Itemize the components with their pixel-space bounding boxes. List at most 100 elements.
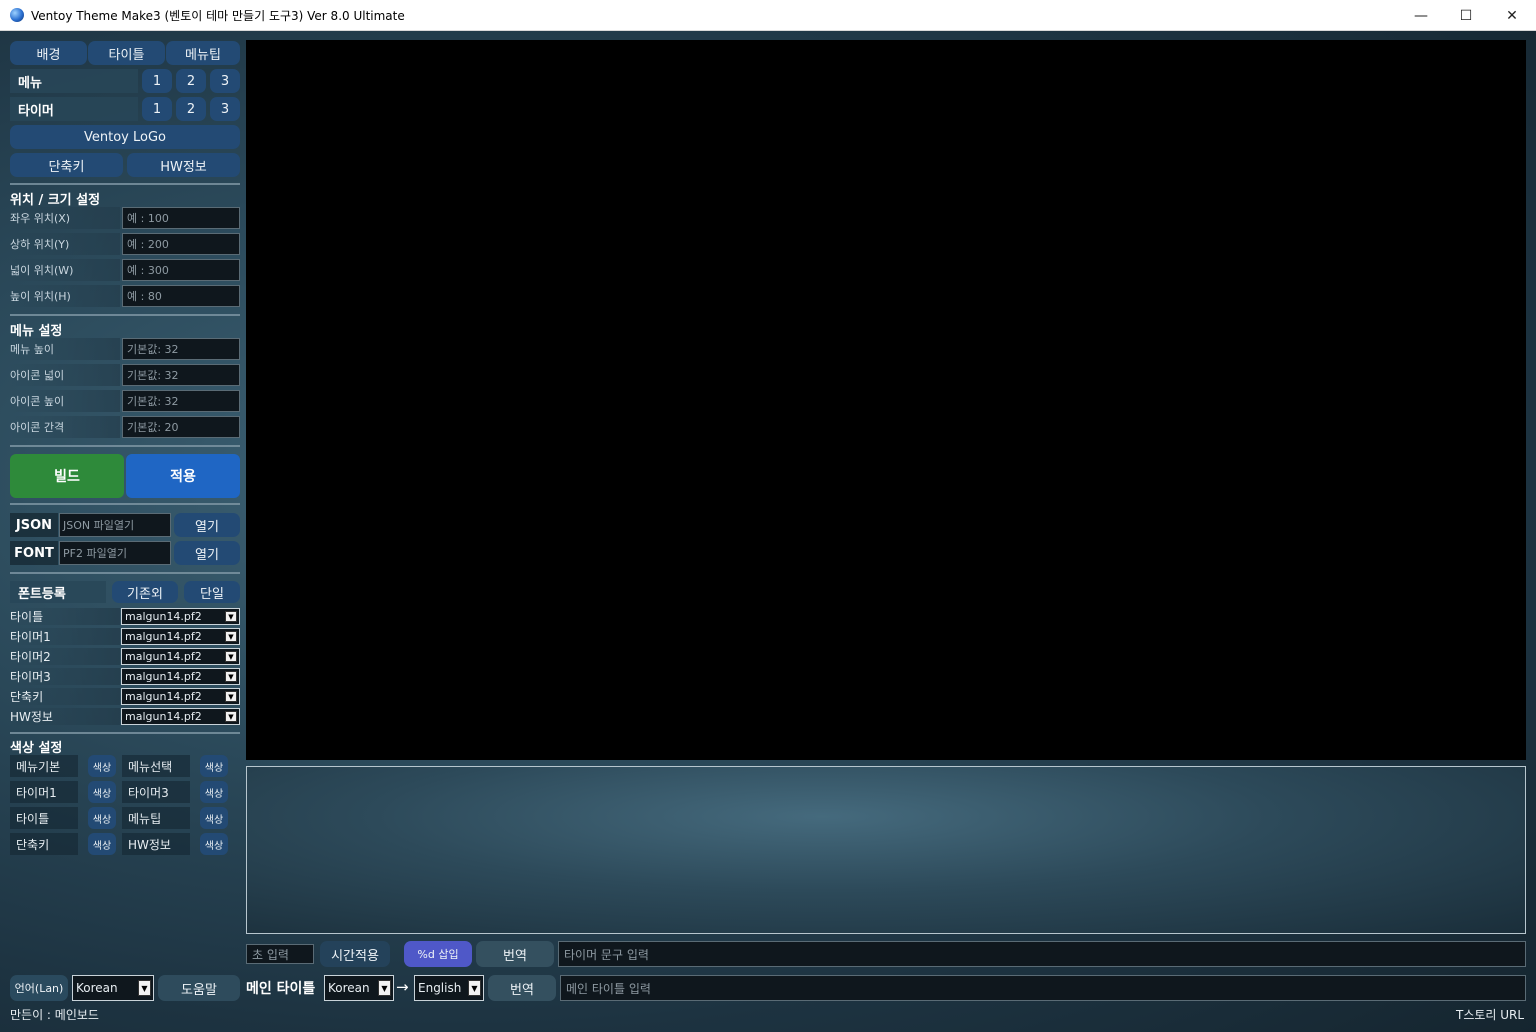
color-button[interactable]: 색상 [88, 755, 116, 777]
font-existing-button[interactable]: 기존외 [112, 581, 178, 603]
color-button[interactable]: 색상 [200, 781, 228, 803]
icon-gap-label: 아이콘 간격 [10, 416, 120, 438]
tab-title[interactable]: 타이틀 [88, 41, 165, 65]
dropdown-arrow-icon[interactable]: ▼ [138, 980, 151, 996]
font-select-value: malgun14.pf2 [125, 630, 202, 643]
font-row-label: HW정보 [10, 708, 120, 725]
to-lang-value: English [418, 981, 462, 995]
separator [10, 314, 240, 316]
dropdown-arrow-icon[interactable]: ▼ [225, 691, 237, 702]
main-title-from-lang-select[interactable]: Korean ▼ [324, 975, 394, 1001]
main-title-input[interactable]: 메인 타이틀 입력 [560, 975, 1526, 1001]
menu-height-label: 메뉴 높이 [10, 338, 120, 360]
seconds-input[interactable]: 초 입력 [246, 944, 314, 964]
pos-x-label: 좌우 위치(X) [10, 207, 120, 229]
color-button[interactable]: 색상 [200, 807, 228, 829]
font-select-timer2[interactable]: malgun14.pf2 ▼ [121, 648, 240, 665]
color-label: HW정보 [122, 833, 190, 855]
color-button[interactable]: 색상 [88, 781, 116, 803]
dropdown-arrow-icon[interactable]: ▼ [225, 631, 237, 642]
pos-w-input[interactable]: 예 : 300 [122, 259, 240, 281]
font-row-label: 타이틀 [10, 608, 120, 625]
sub-preview-panel [246, 766, 1526, 934]
timer-text-input[interactable]: 타이머 문구 입력 [558, 941, 1526, 967]
timer-2-button[interactable]: 2 [176, 97, 206, 121]
tab-menutip[interactable]: 메뉴팁 [166, 41, 240, 65]
apply-button[interactable]: 적용 [126, 454, 240, 498]
color-label: 타이머1 [10, 781, 78, 803]
icon-width-input[interactable]: 기본값: 32 [122, 364, 240, 386]
tab-background[interactable]: 배경 [10, 41, 87, 65]
minimize-button[interactable]: — [1398, 0, 1444, 31]
dropdown-arrow-icon[interactable]: ▼ [225, 611, 237, 622]
pos-h-input[interactable]: 예 : 80 [122, 285, 240, 307]
font-select-hwinfo[interactable]: malgun14.pf2 ▼ [121, 708, 240, 725]
title-bar: Ventoy Theme Make3 (벤토이 테마 만들기 도구3) Ver … [0, 0, 1536, 31]
pos-h-label: 높이 위치(H) [10, 285, 120, 307]
font-select-value: malgun14.pf2 [125, 610, 202, 623]
apply-time-button[interactable]: 시간적용 [320, 941, 390, 967]
pos-y-input[interactable]: 예 : 200 [122, 233, 240, 255]
dropdown-arrow-icon[interactable]: ▼ [225, 651, 237, 662]
dropdown-arrow-icon[interactable]: ▼ [225, 671, 237, 682]
timer-translate-button[interactable]: 번역 [476, 941, 554, 967]
font-select-timer1[interactable]: malgun14.pf2 ▼ [121, 628, 240, 645]
build-button[interactable]: 빌드 [10, 454, 124, 498]
font-select-title[interactable]: malgun14.pf2 ▼ [121, 608, 240, 625]
pos-x-input[interactable]: 예 : 100 [122, 207, 240, 229]
theme-preview[interactable] [246, 40, 1526, 760]
color-button[interactable]: 색상 [88, 807, 116, 829]
language-label: 언어(Lan) [10, 975, 68, 1001]
separator [10, 183, 240, 185]
menu-2-button[interactable]: 2 [176, 69, 206, 93]
dropdown-arrow-icon[interactable]: ▼ [468, 980, 481, 996]
font-row-label: 타이머3 [10, 668, 120, 685]
font-select-timer3[interactable]: malgun14.pf2 ▼ [121, 668, 240, 685]
main-title-to-lang-select[interactable]: English ▼ [414, 975, 484, 1001]
font-select-value: malgun14.pf2 [125, 710, 202, 723]
font-select-shortcut[interactable]: malgun14.pf2 ▼ [121, 688, 240, 705]
ventoy-logo-button[interactable]: Ventoy LoGo [10, 125, 240, 149]
font-file-input[interactable]: PF2 파일열기 [59, 541, 171, 565]
timer-row-label: 타이머 [10, 97, 138, 121]
separator [10, 445, 240, 447]
color-label: 메뉴선택 [122, 755, 190, 777]
language-value: Korean [76, 981, 118, 995]
menu-row-label: 메뉴 [10, 69, 138, 93]
help-button[interactable]: 도움말 [158, 975, 240, 1001]
font-row-label: 타이머2 [10, 648, 120, 665]
insert-d-button[interactable]: %d 삽입 [404, 941, 472, 967]
menu-section-title: 메뉴 설정 [10, 324, 63, 339]
pos-y-label: 상하 위치(Y) [10, 233, 120, 255]
menu-1-button[interactable]: 1 [142, 69, 172, 93]
icon-height-input[interactable]: 기본값: 32 [122, 390, 240, 412]
icon-gap-input[interactable]: 기본값: 20 [122, 416, 240, 438]
from-lang-value: Korean [328, 981, 370, 995]
timer-3-button[interactable]: 3 [210, 97, 240, 121]
position-section-title: 위치 / 크기 설정 [10, 193, 101, 208]
menu-height-input[interactable]: 기본값: 32 [122, 338, 240, 360]
color-button[interactable]: 색상 [200, 833, 228, 855]
shortcut-button[interactable]: 단축키 [10, 153, 123, 177]
hwinfo-button[interactable]: HW정보 [127, 153, 240, 177]
menu-3-button[interactable]: 3 [210, 69, 240, 93]
json-file-input[interactable]: JSON 파일열기 [59, 513, 171, 537]
json-open-button[interactable]: 열기 [174, 513, 240, 537]
maximize-button[interactable]: ☐ [1443, 0, 1489, 31]
main-title-translate-button[interactable]: 번역 [488, 975, 556, 1001]
font-select-value: malgun14.pf2 [125, 690, 202, 703]
separator [10, 572, 240, 574]
timer-1-button[interactable]: 1 [142, 97, 172, 121]
color-button[interactable]: 색상 [88, 833, 116, 855]
close-button[interactable]: ✕ [1489, 0, 1535, 31]
font-row-label: 타이머1 [10, 628, 120, 645]
language-select[interactable]: Korean ▼ [72, 975, 154, 1001]
font-register-label: 폰트등록 [10, 581, 106, 603]
dropdown-arrow-icon[interactable]: ▼ [225, 711, 237, 722]
dropdown-arrow-icon[interactable]: ▼ [378, 980, 391, 996]
color-button[interactable]: 색상 [200, 755, 228, 777]
tistory-url-link[interactable]: T스토리 URL [1456, 1006, 1524, 1023]
font-single-button[interactable]: 단일 [184, 581, 240, 603]
font-open-button[interactable]: 열기 [174, 541, 240, 565]
author-text: 만든이 : 메인보드 [10, 1008, 99, 1022]
